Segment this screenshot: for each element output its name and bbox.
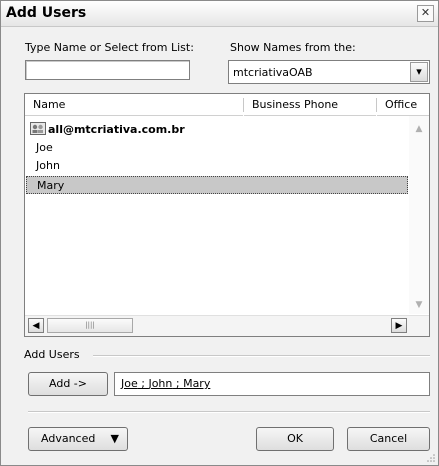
chevron-down-icon: ▾ [416,65,422,78]
chevron-down-icon: ▼ [110,432,119,445]
list-item-label: all@mtcriativa.com.br [48,123,185,136]
section-divider [93,355,430,357]
scroll-up-icon[interactable]: ▲ [412,122,426,136]
close-icon: ✕ [420,6,431,19]
group-icon [30,122,46,135]
recipient-separator: ; [172,377,184,390]
scroll-down-icon[interactable]: ▼ [412,298,426,312]
list-item-selected[interactable]: Mary [26,176,408,194]
list-item[interactable]: all@mtcriativa.com.br [26,121,408,139]
recipient-separator: ; [137,377,149,390]
dropdown-button[interactable]: ▾ [410,62,428,82]
source-label: Show Names from the: [230,41,356,54]
address-book-value: mtcriativaOAB [233,66,313,79]
advanced-button-label: Advanced [41,432,96,445]
recipient-entry[interactable]: Mary [183,377,210,390]
add-button[interactable]: Add -> [28,372,108,396]
scroll-left-button[interactable]: ◀ [28,318,44,333]
column-header-name[interactable]: Name [25,94,243,116]
list-item[interactable]: John [26,157,408,175]
recipient-entry[interactable]: Joe [121,377,138,390]
ok-button[interactable]: OK [256,427,334,451]
scroll-right-button[interactable]: ▶ [391,318,407,333]
list-item-label: John [36,159,60,172]
address-book-select[interactable]: mtcriativaOAB ▾ [228,60,430,84]
title-bar[interactable]: Add Users ✕ [1,1,438,27]
scroll-thumb[interactable]: |||| [47,318,133,333]
footer-divider [28,411,430,413]
grip-icon: |||| [85,321,95,329]
search-input[interactable] [25,60,190,80]
list-item-label: Mary [37,179,65,192]
recipients-field[interactable]: Joe ; John ; Mary [114,372,430,396]
add-users-section-label: Add Users [24,348,80,361]
dialog-title: Add Users [6,5,87,21]
vertical-scrollbar[interactable]: ▲ ▼ [409,116,429,314]
search-label: Type Name or Select from List: [25,41,194,54]
column-header-business-phone[interactable]: Business Phone [244,94,376,116]
list-item-label: Joe [36,141,53,154]
recipient-entry[interactable]: John [148,377,172,390]
close-button[interactable]: ✕ [417,5,434,22]
resize-grip-icon[interactable] [426,453,436,463]
scroll-left-icon: ◀ [32,321,40,331]
advanced-button[interactable]: Advanced ▼ [28,427,128,451]
scroll-right-icon: ▶ [395,321,403,331]
names-list[interactable]: Name Business Phone Office all@mtcriativ… [24,93,430,337]
list-item[interactable]: Joe [26,139,408,157]
horizontal-scrollbar[interactable]: ◀ |||| ▶ [25,315,429,336]
column-header-office[interactable]: Office [377,94,429,116]
cancel-button[interactable]: Cancel [347,427,430,451]
add-users-dialog: Add Users ✕ Type Name or Select from Lis… [0,0,439,466]
